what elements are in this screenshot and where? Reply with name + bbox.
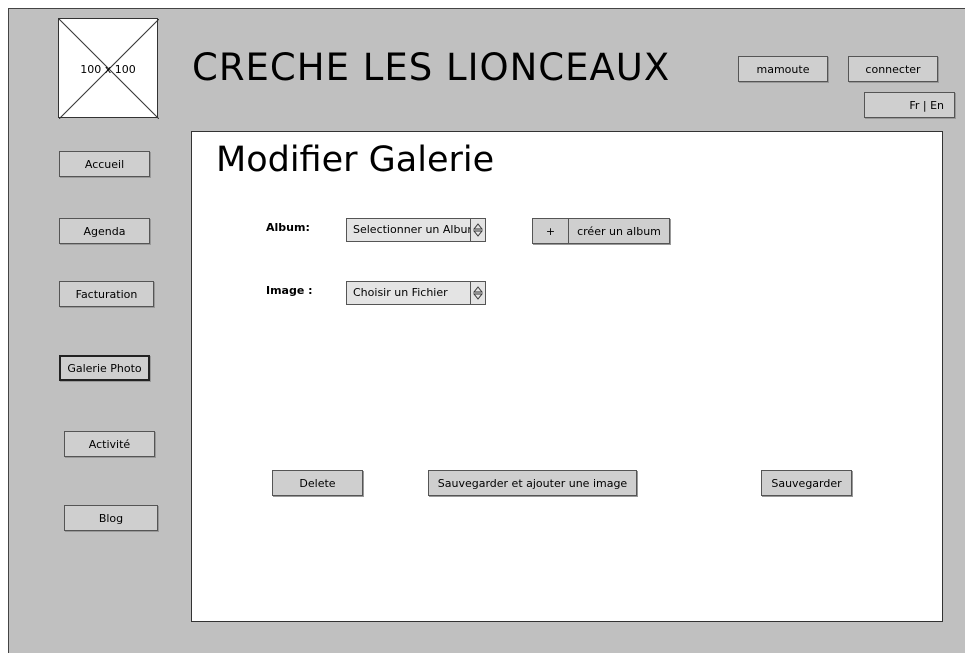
image-file-select[interactable]: Choisir un Fichier (346, 281, 486, 305)
sidebar-item-activite[interactable]: Activité (64, 431, 155, 457)
sidebar-item-accueil[interactable]: Accueil (59, 151, 150, 177)
save-button[interactable]: Sauvegarder (761, 470, 852, 496)
page-title: Modifier Galerie (216, 140, 495, 180)
sidebar-item-blog[interactable]: Blog (64, 505, 158, 531)
sidebar-item-agenda[interactable]: Agenda (59, 218, 150, 244)
spinner-arrows-icon (470, 282, 485, 304)
logo-placeholder-text: 100 x 100 (80, 63, 136, 76)
language-toggle[interactable]: Fr | En (864, 92, 955, 118)
sidebar-item-galerie-photo[interactable]: Galerie Photo (59, 355, 150, 381)
save-and-add-image-button[interactable]: Sauvegarder et ajouter une image (428, 470, 637, 496)
image-select-value: Choisir un Fichier (353, 286, 448, 299)
sidebar-item-facturation[interactable]: Facturation (59, 281, 154, 307)
site-title: CRECHE LES LIONCEAUX (192, 46, 671, 89)
spinner-arrows-icon (470, 219, 485, 241)
image-label: Image : (266, 284, 313, 297)
main-content-panel (191, 131, 943, 622)
album-select[interactable]: Selectionner un Album (346, 218, 486, 242)
delete-button[interactable]: Delete (272, 470, 363, 496)
album-select-value: Selectionner un Album (353, 223, 479, 236)
create-album-button[interactable]: créer un album (568, 218, 670, 244)
album-label: Album: (266, 221, 310, 234)
user-button[interactable]: mamoute (738, 56, 828, 82)
add-album-plus-button[interactable]: + (532, 218, 569, 244)
connect-button[interactable]: connecter (848, 56, 938, 82)
logo-placeholder: 100 x 100 (58, 18, 159, 119)
